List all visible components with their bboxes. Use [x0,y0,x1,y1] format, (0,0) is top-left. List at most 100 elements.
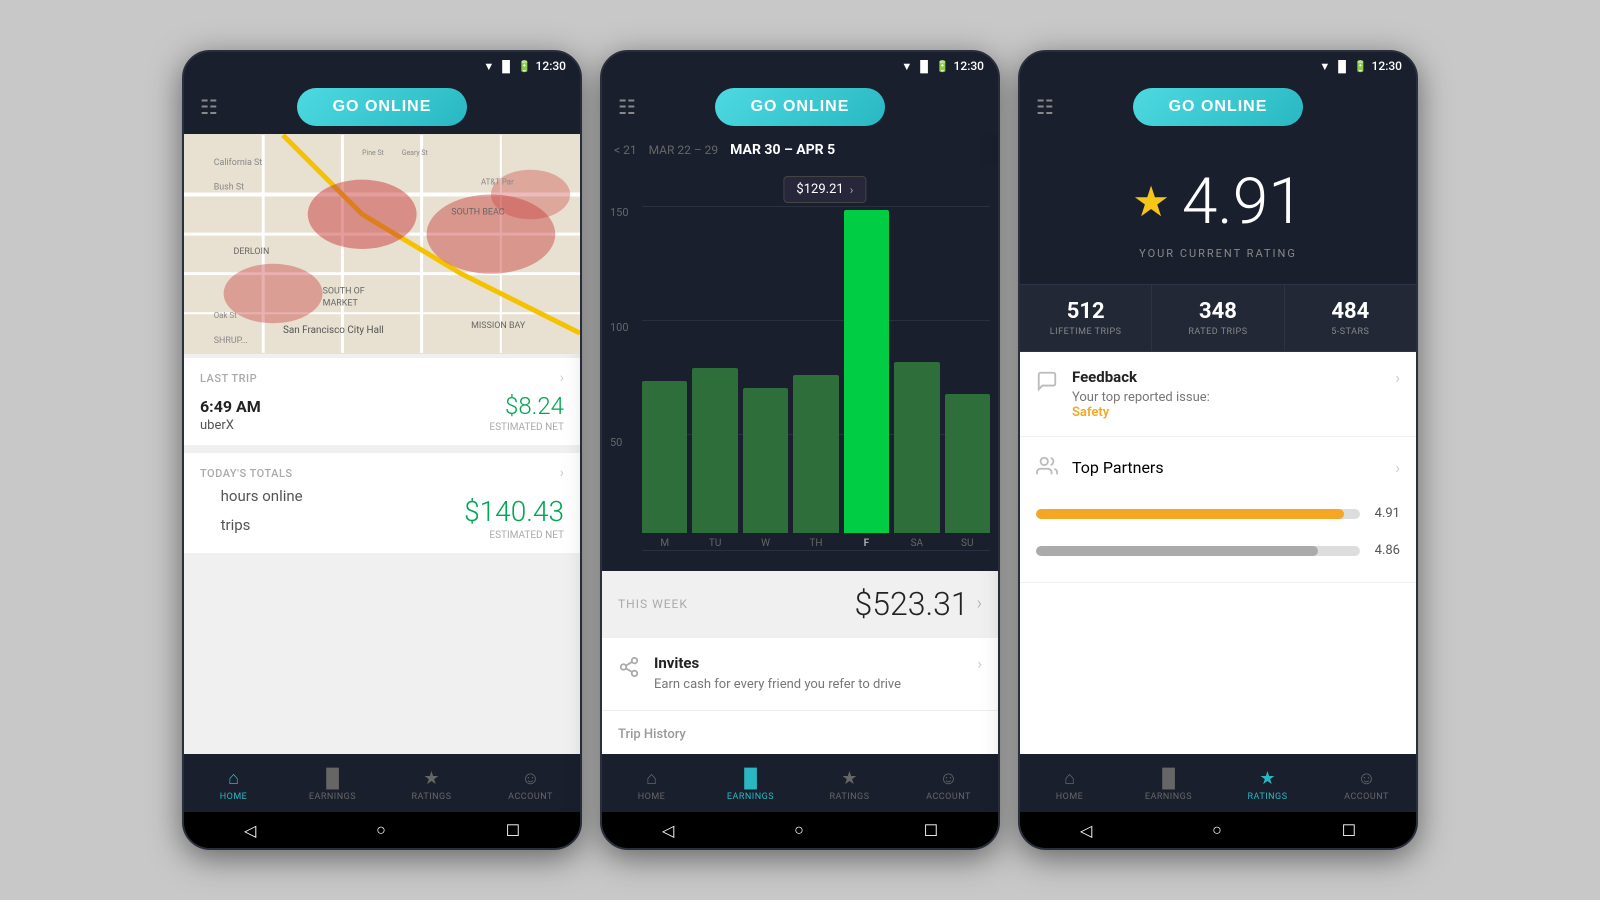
recents-btn-1[interactable]: ☐ [506,821,520,840]
earnings-tooltip: $129.21 › [783,176,866,203]
rated-trips-num: 348 [1199,299,1237,324]
svg-text:Bush St: Bush St [214,183,244,193]
nav-earnings-3[interactable]: ▐▌ EARNINGS [1119,768,1218,802]
bar-sa [894,362,939,533]
nav-earnings-2[interactable]: ▐▌ EARNINGS [701,768,800,802]
home-btn-3[interactable]: ○ [1212,820,1222,840]
menu-icon-3[interactable]: ☷ [1036,95,1054,119]
svg-text:MISSION BAY: MISSION BAY [471,321,526,331]
nav-home-2[interactable]: ⌂ HOME [602,768,701,802]
trip-time: 6:49 AM [200,397,261,416]
back-btn-2[interactable]: ◁ [662,821,674,840]
stats-row: 512 LIFETIME TRIPS 348 RATED TRIPS 484 5… [1020,284,1416,352]
phone1-content: LAST TRIP › 6:49 AM uberX $8.24 ESTIMATE… [184,354,580,754]
phone-earnings: ▼ ▐▌ 🔋 12:30 ☷ GO ONLINE < 21 MAR 22 – 2… [600,50,1000,850]
totals-chevron[interactable]: › [560,465,564,481]
partner-bar-row-1: 4.91 [1036,506,1400,521]
this-week-row[interactable]: THIS WEEK $523.31 › [602,571,998,637]
earnings-chart-area: $129.21 › 150 100 50 [602,166,998,571]
nav-account-3[interactable]: ☺ ACCOUNT [1317,768,1416,802]
home-btn-1[interactable]: ○ [376,820,386,840]
five-stars-desc: 5-STARS [1331,327,1369,337]
status-bar-3: ▼ ▐▌ 🔋 12:30 [1020,52,1416,80]
nav-ratings-3[interactable]: ★ RATINGS [1218,768,1317,802]
invites-title: Invites [654,654,901,672]
go-online-button-2[interactable]: GO ONLINE [715,88,886,126]
invites-card[interactable]: Invites Earn cash for every friend you r… [602,637,998,710]
rating-score: 4.91 [1182,164,1304,239]
invites-description: Earn cash for every friend you refer to … [654,676,901,694]
bar-label-f: F [864,538,870,549]
battery-icon-3: 🔋 [1354,60,1368,73]
date-mar30[interactable]: MAR 30 – APR 5 [730,142,835,158]
menu-icon-2[interactable]: ☷ [618,95,636,119]
nav-account-2[interactable]: ☺ ACCOUNT [899,768,998,802]
rated-trips-desc: RATED TRIPS [1188,327,1247,337]
bottom-nav-1: ⌂ HOME ▐▌ EARNINGS ★ RATINGS ☺ ACCOUNT [184,754,580,812]
home-icon-3: ⌂ [1064,768,1075,789]
home-label-2: HOME [638,792,666,802]
feedback-item[interactable]: Feedback Your top reported issue: Safety… [1020,352,1416,437]
nav-home-1[interactable]: ⌂ HOME [184,768,283,802]
ratings-icon-1: ★ [423,768,439,789]
wifi-icon-3: ▼ [1319,60,1330,73]
bar-col-su: SU [945,210,990,533]
this-week-chevron: › [977,593,982,614]
recents-btn-3[interactable]: ☐ [1342,821,1356,840]
status-bar-2: ▼ ▐▌ 🔋 12:30 [602,52,998,80]
earnings-icon-3: ▐▌ [1156,768,1182,789]
svg-text:San Francisco City Hall: San Francisco City Hall [283,325,384,336]
partner-rating-1: 4.91 [1370,506,1400,521]
recents-btn-2[interactable]: ☐ [924,821,938,840]
bar-col-f: F [844,210,889,533]
ratings-icon-2: ★ [841,768,857,789]
date-prev[interactable]: < 21 [614,143,637,157]
back-btn-3[interactable]: ◁ [1080,821,1092,840]
android-nav-1: ◁ ○ ☐ [184,812,580,848]
account-label-3: ACCOUNT [1344,792,1389,802]
app-header-3: ☷ GO ONLINE [1020,80,1416,134]
svg-text:Geary St: Geary St [402,149,429,157]
trips-num: 6 [200,516,213,541]
ratings-label-3: RATINGS [1247,792,1287,802]
last-trip-chevron[interactable]: › [560,370,564,386]
nav-ratings-1[interactable]: ★ RATINGS [382,768,481,802]
lifetime-trips-block: 512 LIFETIME TRIPS [1020,285,1152,351]
nav-earnings-1[interactable]: ▐▌ EARNINGS [283,768,382,802]
bar-label-w: W [761,538,770,549]
nav-home-3[interactable]: ⌂ HOME [1020,768,1119,802]
menu-icon-1[interactable]: ☷ [200,95,218,119]
ratings-label-1: RATINGS [411,792,451,802]
date-mar22[interactable]: MAR 22 – 29 [649,143,719,157]
signal-icon-1: ▐▌ [498,60,514,73]
bar-tu [692,368,737,533]
partners-icon [1036,455,1058,482]
todays-totals-card[interactable]: TODAY'S TOTALS › 5 hours online 6 trips [184,453,580,553]
home-btn-2[interactable]: ○ [794,820,804,840]
nav-ratings-2[interactable]: ★ RATINGS [800,768,899,802]
back-btn-1[interactable]: ◁ [244,821,256,840]
trip-history-preview[interactable]: Trip History [602,710,998,754]
go-online-button-3[interactable]: GO ONLINE [1133,88,1304,126]
account-label-1: ACCOUNT [508,792,553,802]
this-week-label: THIS WEEK [618,597,688,611]
last-trip-card[interactable]: LAST TRIP › 6:49 AM uberX $8.24 ESTIMATE… [184,358,580,445]
feedback-text: Feedback Your top reported issue: Safety [1072,368,1210,420]
home-label-1: HOME [220,792,248,802]
svg-text:Pine St: Pine St [362,149,384,157]
earnings-content: < 21 MAR 22 – 29 MAR 30 – APR 5 $129.21 … [602,134,998,754]
bar-m [642,381,687,533]
go-online-button-1[interactable]: GO ONLINE [297,88,468,126]
wifi-icon-2: ▼ [901,60,912,73]
bar-su [945,394,990,533]
bar-label-m: M [660,538,669,549]
account-icon-1: ☺ [521,768,539,789]
y-150: 150 [610,206,638,219]
five-stars-num: 484 [1331,299,1369,324]
feedback-icon [1036,370,1058,397]
top-partners-item[interactable]: Top Partners › 4.91 [1020,437,1416,583]
nav-account-1[interactable]: ☺ ACCOUNT [481,768,580,802]
map-area[interactable]: California St Bush St DERLOIN SOUTH OF M… [184,134,580,354]
totals-estimated-net: ESTIMATED NET [464,530,564,541]
share-icon [618,656,640,684]
